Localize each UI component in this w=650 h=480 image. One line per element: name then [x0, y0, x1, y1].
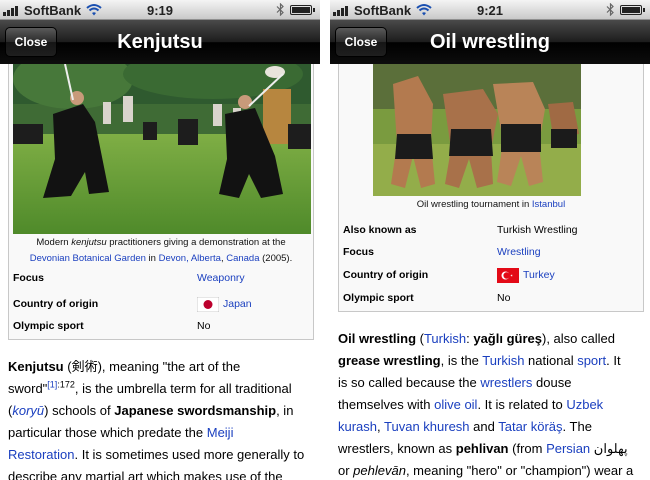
- link-sport[interactable]: sport: [577, 353, 606, 368]
- link-turkey[interactable]: Turkey: [523, 269, 555, 281]
- link-turkish-2[interactable]: Turkish: [482, 353, 524, 368]
- bluetooth-icon: [276, 3, 284, 16]
- image-caption: Oil wrestling tournament in Istanbul: [416, 199, 566, 210]
- link-koryu[interactable]: koryū: [12, 403, 44, 418]
- infobox-row-olympic: Olympic sport No: [343, 292, 511, 304]
- image-caption: Modern kenjutsu practitioners giving a d…: [29, 237, 293, 264]
- link-turkish[interactable]: Turkish: [424, 331, 466, 346]
- link-olive-oil[interactable]: olive oil: [434, 397, 477, 412]
- battery-icon: [290, 5, 315, 15]
- citation-link[interactable]: [1]: [47, 380, 57, 390]
- phone-screen-kenjutsu: SoftBank 9:19 Close Kenjutsu Modern kenj…: [0, 0, 320, 480]
- close-button[interactable]: Close: [5, 27, 57, 57]
- battery-icon: [620, 5, 645, 15]
- article-paragraph: Oil wrestling (Turkish: yağlı güreş), al…: [338, 331, 634, 478]
- link-devon-alberta[interactable]: Devon, Alberta: [159, 253, 221, 264]
- infobox-row-country: Country of origin Turkey: [343, 267, 555, 283]
- navigation-bar: Close Kenjutsu: [0, 20, 320, 64]
- link-tatar-koras[interactable]: Tatar köräş: [498, 419, 562, 434]
- close-button[interactable]: Close: [335, 27, 387, 57]
- infobox-row-olympic: Olympic sport No: [13, 320, 211, 332]
- article-content[interactable]: Oil wrestling tournament in Istanbul Als…: [330, 64, 650, 480]
- link-persian[interactable]: Persian: [546, 441, 590, 456]
- clock-time: 9:19: [146, 3, 174, 18]
- link-devonian-botanical-garden[interactable]: Devonian Botanical Garden: [30, 253, 146, 264]
- link-japan[interactable]: Japan: [223, 298, 252, 310]
- link-tuvan-khuresh[interactable]: Tuvan khuresh: [384, 419, 470, 434]
- phone-screen-oil-wrestling: SoftBank 9:21 Close Oil wrestling Oil wr…: [330, 0, 650, 480]
- turkey-flag-icon: [497, 267, 519, 283]
- infobox-row-focus: Focus Wrestling: [343, 241, 639, 263]
- status-bar: SoftBank 9:21: [330, 0, 650, 20]
- article-content[interactable]: Modern kenjutsu practitioners giving a d…: [0, 64, 320, 480]
- link-istanbul[interactable]: Istanbul: [532, 199, 565, 210]
- link-wrestling[interactable]: Wrestling: [497, 241, 541, 263]
- bluetooth-icon: [606, 3, 614, 16]
- link-uzbek-kurash[interactable]: Uzbek: [566, 397, 603, 412]
- link-canada[interactable]: Canada: [226, 253, 259, 264]
- clock-time: 9:21: [476, 3, 504, 18]
- article-photo-kenjutsu[interactable]: [13, 64, 311, 234]
- article-photo-oil-wrestling[interactable]: [373, 64, 581, 196]
- link-kurash[interactable]: kurash: [338, 419, 377, 434]
- infobox-row-focus: Focus Weaponry: [13, 267, 309, 289]
- infobox: Modern kenjutsu practitioners giving a d…: [8, 64, 314, 340]
- kenjutsu-demo-image: [13, 64, 311, 234]
- infobox-row-also-known-as: Also known as Turkish Wrestling: [343, 224, 578, 236]
- link-meiji[interactable]: Meiji: [207, 425, 234, 440]
- navigation-bar: Close Oil wrestling: [330, 20, 650, 64]
- article-paragraph: Kenjutsu (剣術), meaning "the art of the s…: [8, 359, 305, 480]
- page-title: Oil wrestling: [429, 31, 551, 53]
- link-weaponry[interactable]: Weaponry: [197, 267, 245, 289]
- japan-flag-icon: [197, 296, 219, 312]
- status-bar: SoftBank 9:19: [0, 0, 320, 20]
- link-wrestlers[interactable]: wrestlers: [480, 375, 532, 390]
- infobox: Oil wrestling tournament in Istanbul Als…: [338, 64, 644, 312]
- page-title: Kenjutsu: [117, 31, 203, 53]
- link-restoration[interactable]: Restoration: [8, 447, 74, 462]
- oil-wrestling-image: [373, 64, 581, 196]
